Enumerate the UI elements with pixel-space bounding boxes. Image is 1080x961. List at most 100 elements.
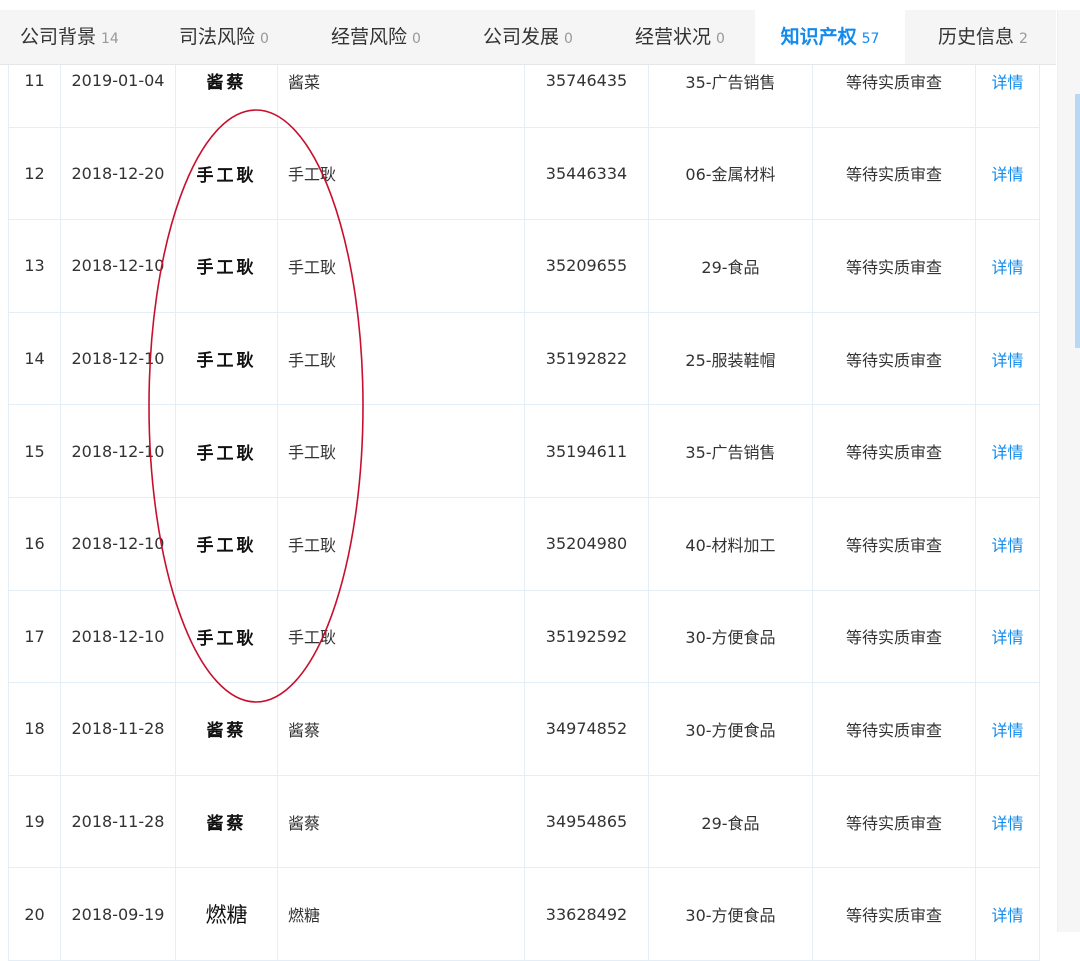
table-row: 12 2018-12-20 手工耿 手工耿 35446334 06-金属材料 等待实质审查详… bbox=[8, 126, 1040, 221]
tab-label: 公司背景 bbox=[20, 26, 97, 48]
trademark-logo: 手工耿 bbox=[175, 311, 278, 406]
application-date: 2018-12-10 bbox=[60, 311, 176, 406]
table-row: 19 2018-11-28 酱蔡 酱蔡 34954865 29-食品 等待实质审查 详情 bbox=[8, 774, 1040, 869]
row-number: 17 bbox=[8, 589, 61, 684]
details-link[interactable]: 详情 bbox=[975, 774, 1040, 869]
tab-count: 2 bbox=[1019, 31, 1028, 47]
registration-number: 35204980 bbox=[524, 496, 649, 591]
trademark-status: 等待实质审查 bbox=[812, 126, 976, 221]
tab-label: 历史信息 bbox=[938, 26, 1015, 48]
tab-label: 知识产权 bbox=[780, 26, 857, 48]
details-link[interactable]: 详情 bbox=[975, 219, 1040, 313]
row-number: 20 bbox=[8, 867, 61, 961]
trademark-logo: 手工耿 bbox=[175, 126, 278, 221]
trademark-status: 等待实质审查 bbox=[812, 404, 976, 498]
tab-count: 0 bbox=[564, 31, 573, 47]
tab-bar: 公司背景 14 司法风险 0 经营风险 0 公司发展 0 经营状况 0 知识产权 57 历史… bbox=[0, 10, 1056, 65]
tab-business-status[interactable]: 经营状况 0 bbox=[635, 10, 725, 64]
tab-count: 0 bbox=[716, 31, 725, 47]
row-number: 13 bbox=[8, 219, 61, 313]
international-class: 29-食品 bbox=[648, 219, 813, 313]
trademark-status: 等待实质审查 bbox=[812, 589, 976, 684]
tab-company-background[interactable]: 公司背景 14 bbox=[20, 10, 119, 64]
registration-number: 35194611 bbox=[524, 404, 649, 498]
details-link[interactable]: 详情 bbox=[975, 682, 1040, 776]
table-row: 15 2018-12-10 手工耿 手工耿 35194611 35-广告销售 等待实质审查详… bbox=[8, 404, 1040, 498]
trademark-name: 手工耿 bbox=[277, 311, 525, 406]
application-date: 2018-12-10 bbox=[60, 404, 176, 498]
international-class: 30-方便食品 bbox=[648, 589, 813, 684]
tab-legal-risk[interactable]: 司法风险 0 bbox=[179, 10, 269, 64]
tab-count: 0 bbox=[260, 31, 269, 47]
application-date: 2018-12-10 bbox=[60, 496, 176, 591]
table-row: 20 2018-09-19 燃糖 燃糖 33628492 30-方便食品 等待实质审查 详情 bbox=[8, 867, 1040, 961]
details-link[interactable]: 详情 bbox=[975, 126, 1040, 221]
trademark-table: 11 2019-01-04 酱蔡 酱菜 35746435 35-广告销售 等待实质审查 详情 1… bbox=[8, 34, 1040, 961]
details-link[interactable]: 详情 bbox=[975, 404, 1040, 498]
trademark-name: 酱蔡 bbox=[277, 682, 525, 776]
trademark-status: 等待实质审查 bbox=[812, 867, 976, 961]
row-number: 18 bbox=[8, 682, 61, 776]
tab-company-development[interactable]: 公司发展 0 bbox=[483, 10, 573, 64]
international-class: 25-服装鞋帽 bbox=[648, 311, 813, 406]
tab-count: 0 bbox=[412, 31, 421, 47]
details-link[interactable]: 详情 bbox=[975, 496, 1040, 591]
trademark-name: 燃糖 bbox=[277, 867, 525, 961]
trademark-name: 手工耿 bbox=[277, 589, 525, 684]
registration-number: 33628492 bbox=[524, 867, 649, 961]
trademark-logo: 酱蔡 bbox=[175, 682, 278, 776]
tab-label: 公司发展 bbox=[483, 26, 560, 48]
tab-label: 经营状况 bbox=[635, 26, 712, 48]
application-date: 2018-11-28 bbox=[60, 682, 176, 776]
application-date: 2018-12-10 bbox=[60, 589, 176, 684]
trademark-status: 等待实质审查 bbox=[812, 219, 976, 313]
registration-number: 35192592 bbox=[524, 589, 649, 684]
row-number: 15 bbox=[8, 404, 61, 498]
international-class: 30-方便食品 bbox=[648, 867, 813, 961]
tab-count: 57 bbox=[861, 31, 880, 47]
tab-history[interactable]: 历史信息 2 bbox=[938, 10, 1028, 64]
trademark-name: 手工耿 bbox=[277, 219, 525, 313]
scrollbar-thumb[interactable] bbox=[1075, 94, 1080, 348]
international-class: 35-广告销售 bbox=[648, 404, 813, 498]
tab-label: 经营风险 bbox=[331, 26, 408, 48]
registration-number: 35446334 bbox=[524, 126, 649, 221]
trademark-logo: 手工耿 bbox=[175, 404, 278, 498]
trademark-name: 手工耿 bbox=[277, 404, 525, 498]
trademark-name: 酱蔡 bbox=[277, 774, 525, 869]
trademark-logo: 燃糖 bbox=[175, 867, 278, 961]
table-row: 17 2018-12-10 手工耿 手工耿 35192592 30-方便食品 等待实质审查详… bbox=[8, 589, 1040, 684]
row-number: 19 bbox=[8, 774, 61, 869]
trademark-name: 手工耿 bbox=[277, 496, 525, 591]
registration-number: 35192822 bbox=[524, 311, 649, 406]
table-row: 13 2018-12-10 手工耿 手工耿 35209655 29-食品 等待实质审查 详情 bbox=[8, 219, 1040, 313]
registration-number: 35209655 bbox=[524, 219, 649, 313]
international-class: 30-方便食品 bbox=[648, 682, 813, 776]
application-date: 2018-11-28 bbox=[60, 774, 176, 869]
international-class: 06-金属材料 bbox=[648, 126, 813, 221]
details-link[interactable]: 详情 bbox=[975, 311, 1040, 406]
table-row: 16 2018-12-10 手工耿 手工耿 35204980 40-材料加工 等待实质审查详… bbox=[8, 496, 1040, 591]
application-date: 2018-12-20 bbox=[60, 126, 176, 221]
table-row: 14 2018-12-10 手工耿 手工耿 35192822 25-服装鞋帽 等待实质审查详… bbox=[8, 311, 1040, 406]
trademark-logo: 手工耿 bbox=[175, 496, 278, 591]
table-row: 18 2018-11-28 酱蔡 酱蔡 34974852 30-方便食品 等待实质审查 详情 bbox=[8, 682, 1040, 776]
tab-intellectual-property[interactable]: 知识产权 57 bbox=[755, 10, 905, 64]
trademark-logo: 酱蔡 bbox=[175, 774, 278, 869]
international-class: 29-食品 bbox=[648, 774, 813, 869]
tab-business-risk[interactable]: 经营风险 0 bbox=[331, 10, 421, 64]
trademark-logo: 手工耿 bbox=[175, 589, 278, 684]
international-class: 40-材料加工 bbox=[648, 496, 813, 591]
row-number: 12 bbox=[8, 126, 61, 221]
registration-number: 34954865 bbox=[524, 774, 649, 869]
trademark-status: 等待实质审查 bbox=[812, 774, 976, 869]
details-link[interactable]: 详情 bbox=[975, 589, 1040, 684]
details-link[interactable]: 详情 bbox=[975, 867, 1040, 961]
trademark-name: 手工耿 bbox=[277, 126, 525, 221]
row-number: 16 bbox=[8, 496, 61, 591]
trademark-logo: 手工耿 bbox=[175, 219, 278, 313]
scrollbar[interactable] bbox=[1057, 10, 1080, 932]
trademark-status: 等待实质审查 bbox=[812, 682, 976, 776]
trademark-status: 等待实质审查 bbox=[812, 496, 976, 591]
tab-label: 司法风险 bbox=[179, 26, 256, 48]
